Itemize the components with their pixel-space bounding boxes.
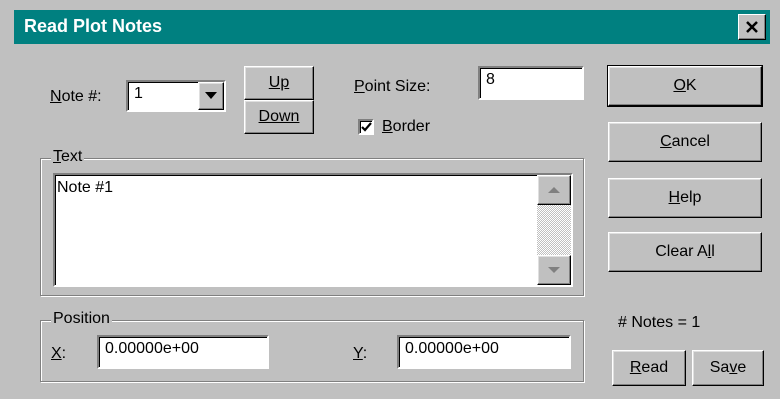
cancel-button[interactable]: Cancel: [608, 122, 762, 162]
x-label: X:: [51, 345, 67, 362]
save-button[interactable]: Sa v e: [692, 350, 764, 386]
notes-count-label: # Notes = 1: [618, 314, 701, 331]
scroll-down-button[interactable]: [537, 255, 571, 285]
read-plot-notes-dialog: Read Plot Notes Note #: 1 Up Down Point …: [0, 0, 780, 399]
window-title: Read Plot Notes: [24, 16, 163, 36]
y-position-input[interactable]: 0.00000e+00: [397, 335, 571, 369]
note-number-value: 1: [134, 85, 143, 102]
y-position-value: 0.00000e+00: [405, 340, 499, 357]
note-number-select[interactable]: 1: [126, 80, 226, 112]
title-bar[interactable]: Read Plot Notes: [14, 10, 770, 44]
clear-all-button[interactable]: Clear All: [608, 232, 762, 272]
text-group: Text Note #1: [40, 148, 584, 296]
text-scrollbar[interactable]: [537, 175, 571, 285]
up-button[interactable]: Up: [244, 66, 314, 100]
text-group-label: Text: [51, 148, 85, 166]
scroll-up-button[interactable]: [537, 175, 571, 205]
note-number-label: Note #:: [50, 88, 102, 105]
arrow-up-icon: [548, 187, 560, 193]
read-button[interactable]: Read: [612, 350, 686, 386]
close-button[interactable]: [738, 14, 766, 40]
note-text-area[interactable]: Note #1: [53, 173, 573, 287]
border-checkbox[interactable]: [358, 119, 374, 135]
note-text-content: Note #1: [57, 179, 114, 196]
position-group-label: Position: [51, 310, 112, 328]
arrow-down-icon: [548, 267, 560, 273]
x-position-value: 0.00000e+00: [105, 340, 199, 357]
x-position-input[interactable]: 0.00000e+00: [97, 335, 269, 369]
point-size-label: Point Size:: [354, 78, 431, 95]
y-label: Y:: [353, 345, 368, 362]
close-icon: [746, 21, 758, 33]
note-number-dropdown-button[interactable]: [198, 82, 224, 110]
ok-button[interactable]: OK: [607, 65, 763, 107]
border-checkbox-row[interactable]: Border: [358, 118, 430, 136]
position-group: Position X: 0.00000e+00 Y: 0.00000e+00: [40, 310, 584, 382]
point-size-input[interactable]: 8: [478, 66, 584, 100]
border-label: Border: [382, 118, 431, 135]
checkmark-icon: [361, 122, 372, 132]
point-size-value: 8: [486, 71, 495, 88]
help-button[interactable]: Help: [608, 178, 762, 218]
chevron-down-icon: [205, 92, 217, 99]
down-button[interactable]: Down: [244, 100, 314, 134]
